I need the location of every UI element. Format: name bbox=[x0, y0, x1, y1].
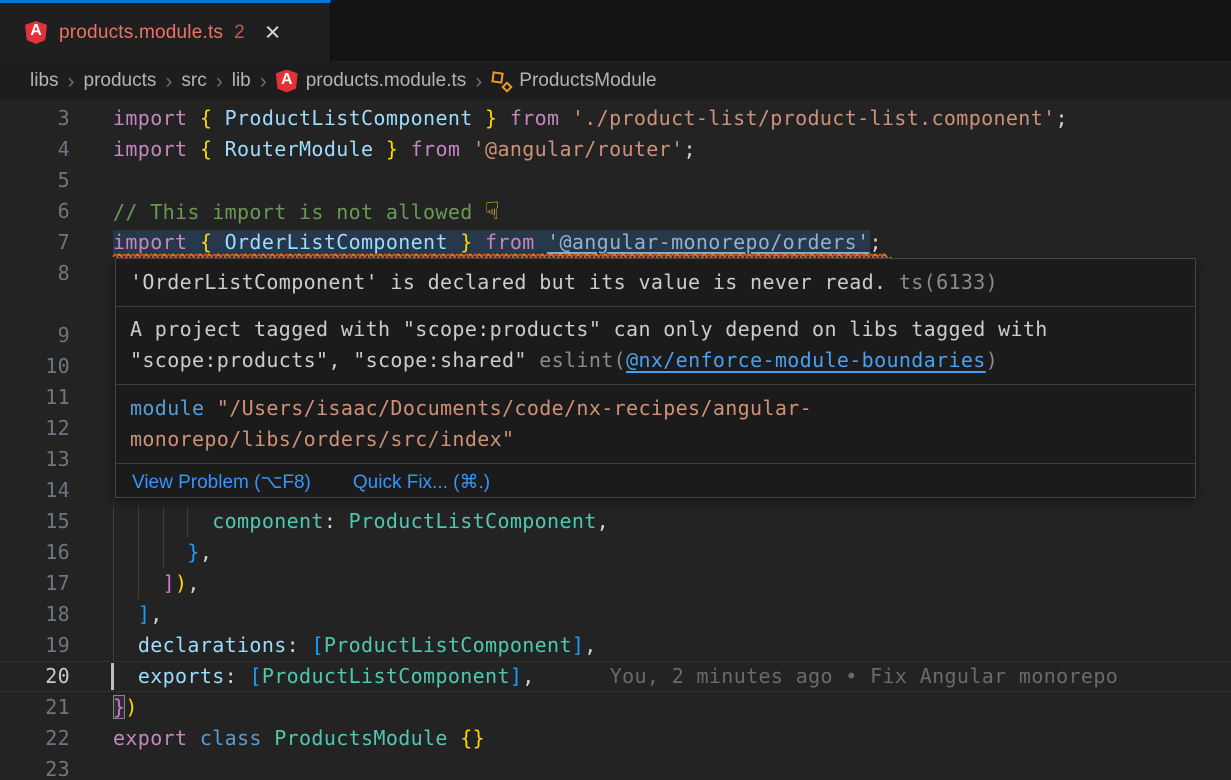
indent-guide bbox=[113, 537, 114, 568]
tab-error-count-badge: 2 bbox=[234, 22, 245, 44]
chevron-right-icon: › bbox=[165, 71, 172, 92]
tab-title: products.module.ts bbox=[59, 22, 223, 44]
line-number: 5 bbox=[0, 165, 70, 196]
line-number: 22 bbox=[0, 723, 70, 754]
line-number: 18 bbox=[0, 599, 70, 630]
breadcrumb-label: lib bbox=[232, 70, 251, 92]
symbol-class-icon bbox=[491, 71, 511, 91]
hover-popup: 'OrderListComponent' is declared but its… bbox=[115, 258, 1196, 498]
hover-source-ts: ts(6133) bbox=[886, 270, 998, 294]
line-number: 17 bbox=[0, 568, 70, 599]
breadcrumb-item-libs[interactable]: libs bbox=[30, 70, 59, 92]
line-number: 9 bbox=[0, 320, 70, 351]
code-line-content[interactable]: import { ProductListComponent } from './… bbox=[113, 103, 1231, 134]
chevron-right-icon: › bbox=[475, 71, 482, 92]
hover-module-path-line1: module "/Users/isaac/Documents/code/nx-r… bbox=[130, 393, 1181, 424]
hover-message-eslint-line2: "scope:products", "scope:shared" eslint(… bbox=[130, 345, 1181, 376]
breadcrumb-item-src[interactable]: src bbox=[181, 70, 206, 92]
code-line-content[interactable]: import { RouterModule } from '@angular/r… bbox=[113, 134, 1231, 165]
code-line[interactable]: 18 ], bbox=[0, 599, 1231, 630]
line-number: 20 bbox=[0, 661, 70, 692]
line-number: 15 bbox=[0, 506, 70, 537]
breadcrumb-label: ProductsModule bbox=[519, 70, 656, 92]
indent-guide bbox=[163, 537, 164, 568]
line-number: 12 bbox=[0, 413, 70, 444]
line-number: 3 bbox=[0, 103, 70, 134]
line-number: 14 bbox=[0, 475, 70, 506]
breadcrumb-label: src bbox=[181, 70, 206, 92]
indent-guide bbox=[113, 568, 114, 599]
line-number: 16 bbox=[0, 537, 70, 568]
breadcrumb-item-lib[interactable]: lib bbox=[232, 70, 251, 92]
code-line-content[interactable]: component: ProductListComponent, bbox=[113, 506, 1231, 537]
indent-guide bbox=[138, 506, 139, 537]
code-line-content[interactable] bbox=[113, 754, 1231, 780]
line-number: 4 bbox=[0, 134, 70, 165]
chevron-right-icon: › bbox=[68, 71, 75, 92]
chevron-right-icon: › bbox=[260, 71, 267, 92]
line-number: 23 bbox=[0, 754, 70, 780]
eslint-rule-link[interactable]: @nx/enforce-module-boundaries bbox=[626, 348, 986, 372]
git-blame-annotation: You, 2 minutes ago • Fix Angular monorep… bbox=[610, 664, 1118, 688]
hover-message-eslint-line1: A project tagged with "scope:products" c… bbox=[130, 314, 1181, 345]
code-line-content[interactable]: // This import is not allowed ☟ bbox=[113, 196, 1231, 227]
code-line-content[interactable]: exports: [ProductListComponent],You, 2 m… bbox=[113, 661, 1231, 692]
code-line[interactable]: 15 component: ProductListComponent, bbox=[0, 506, 1231, 537]
view-problem-button[interactable]: View Problem (⌥F8) bbox=[132, 471, 311, 494]
code-line-content[interactable]: }, bbox=[113, 537, 1231, 568]
chevron-right-icon: › bbox=[216, 71, 223, 92]
hover-status-bar: View Problem (⌥F8) Quick Fix... (⌘.) bbox=[116, 464, 1195, 500]
line-number: 19 bbox=[0, 630, 70, 661]
close-icon[interactable]: × bbox=[265, 19, 281, 46]
breadcrumb-item-ProductsModule[interactable]: ProductsModule bbox=[491, 70, 656, 92]
line-number: 8 bbox=[0, 258, 70, 289]
angular-file-icon bbox=[276, 70, 298, 93]
code-line[interactable]: 20 exports: [ProductListComponent],You, … bbox=[0, 661, 1231, 692]
tab-products-module[interactable]: products.module.ts 2 × bbox=[0, 0, 331, 62]
code-line[interactable]: 3 import { ProductListComponent } from '.… bbox=[0, 103, 1231, 134]
indent-guide bbox=[138, 568, 139, 599]
breadcrumb-label: products bbox=[84, 70, 157, 92]
line-number: 10 bbox=[0, 351, 70, 382]
code-line[interactable]: 19 declarations: [ProductListComponent], bbox=[0, 630, 1231, 661]
line-number: 11 bbox=[0, 382, 70, 413]
angular-file-icon bbox=[25, 21, 47, 44]
code-line[interactable]: 17 ]), bbox=[0, 568, 1231, 599]
line-number: 13 bbox=[0, 444, 70, 475]
line-number: 7 bbox=[0, 227, 70, 258]
line-number: 6 bbox=[0, 196, 70, 227]
code-line-content[interactable]: ]), bbox=[113, 568, 1231, 599]
text-cursor bbox=[111, 663, 114, 690]
code-line[interactable]: 23 bbox=[0, 754, 1231, 780]
hover-message-ts: 'OrderListComponent' is declared but its… bbox=[130, 270, 886, 294]
code-line-content[interactable]: export class ProductsModule {} bbox=[113, 723, 1231, 754]
code-line-content[interactable] bbox=[113, 165, 1231, 196]
code-line[interactable]: 22 export class ProductsModule {} bbox=[0, 723, 1231, 754]
code-line-content[interactable]: import { OrderListComponent } from '@ang… bbox=[113, 227, 1231, 258]
code-line[interactable]: 5 bbox=[0, 165, 1231, 196]
breadcrumb: libs › products › src › lib › products.module.ts… bbox=[0, 62, 1231, 100]
quick-fix-button[interactable]: Quick Fix... (⌘.) bbox=[353, 471, 490, 494]
indent-guide bbox=[187, 506, 188, 537]
breadcrumb-item-products.module.ts[interactable]: products.module.ts bbox=[276, 70, 467, 93]
indent-guide bbox=[163, 506, 164, 537]
tab-bar: products.module.ts 2 × bbox=[0, 0, 1231, 62]
hover-module-path-line2: monorepo/libs/orders/src/index" bbox=[130, 424, 1181, 455]
code-line[interactable]: 16 }, bbox=[0, 537, 1231, 568]
breadcrumb-label: libs bbox=[30, 70, 59, 92]
indent-guide bbox=[113, 630, 114, 661]
code-line-content[interactable]: }) bbox=[113, 692, 1231, 723]
breadcrumb-item-products[interactable]: products bbox=[84, 70, 157, 92]
code-line-content[interactable]: declarations: [ProductListComponent], bbox=[113, 630, 1231, 661]
indent-guide bbox=[138, 537, 139, 568]
line-number: 21 bbox=[0, 692, 70, 723]
code-line[interactable]: 6 // This import is not allowed ☟ bbox=[0, 196, 1231, 227]
indent-guide bbox=[113, 506, 114, 537]
code-line[interactable]: 21}) bbox=[0, 692, 1231, 723]
indent-guide bbox=[113, 599, 114, 630]
code-line[interactable]: 7 import { OrderListComponent } from '@an… bbox=[0, 227, 1231, 258]
code-line-content[interactable]: ], bbox=[113, 599, 1231, 630]
code-line[interactable]: 4 import { RouterModule } from '@angular/… bbox=[0, 134, 1231, 165]
breadcrumb-label: products.module.ts bbox=[306, 70, 467, 92]
